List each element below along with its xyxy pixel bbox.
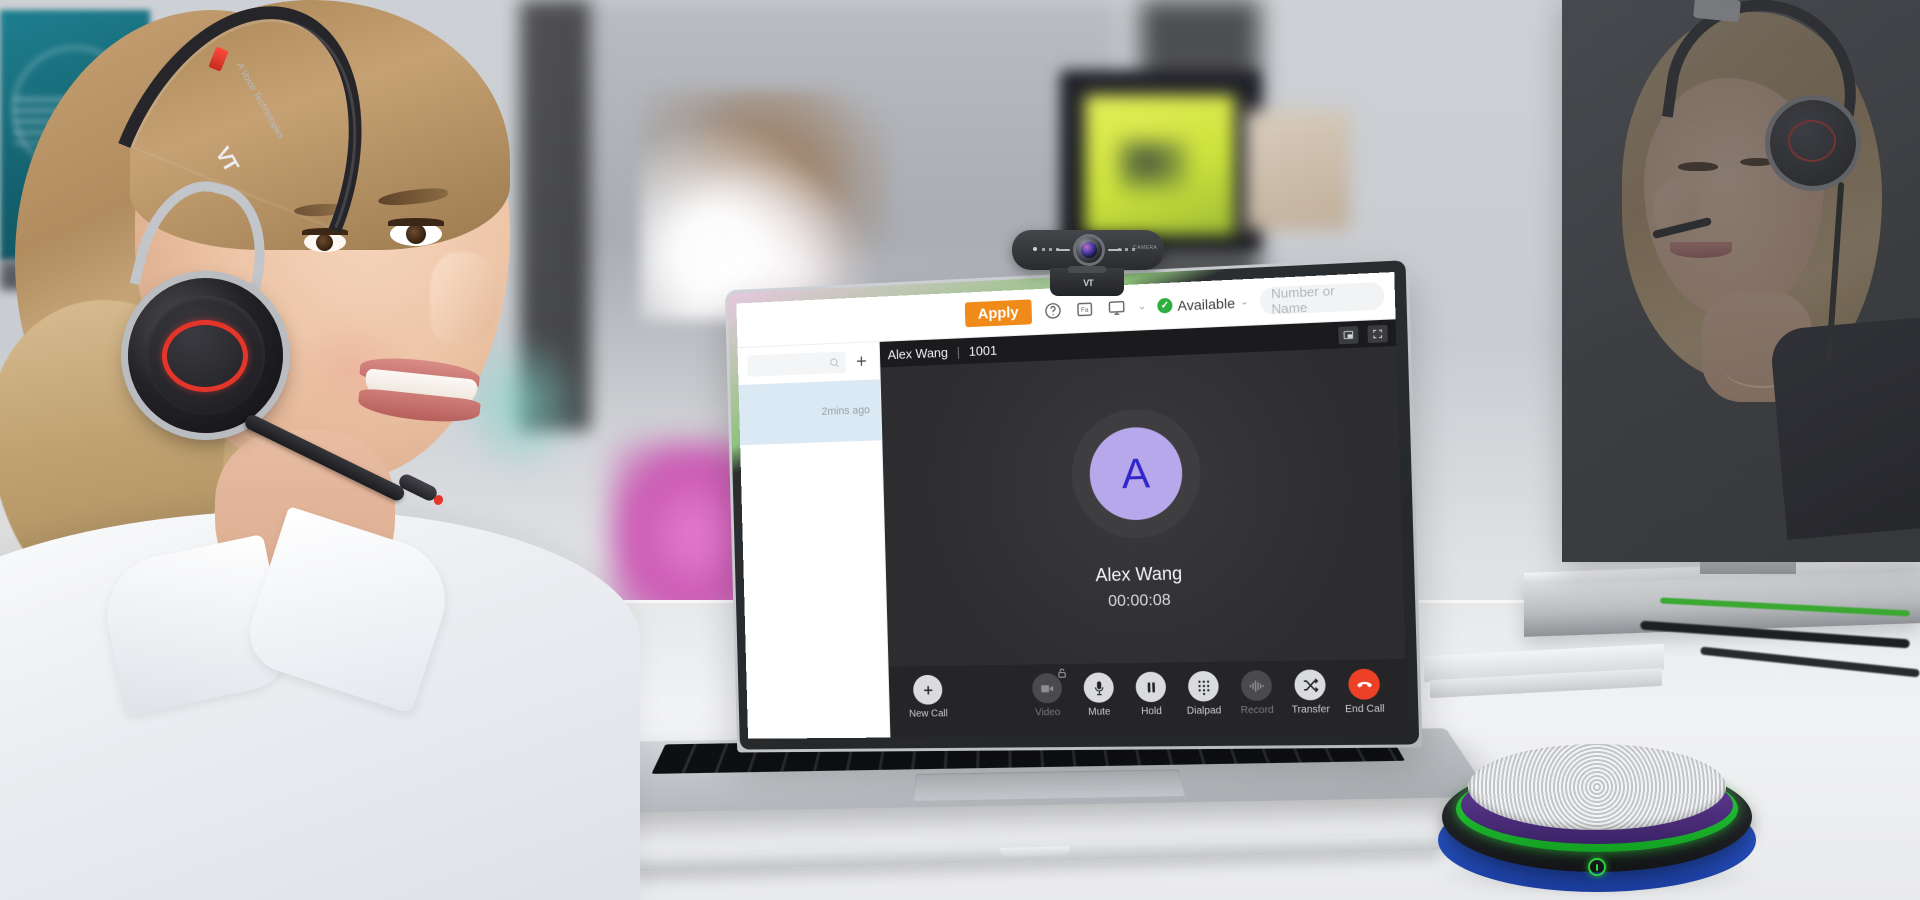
svg-text:Fa: Fa <box>1081 307 1089 315</box>
list-item-timestamp: 2mins ago <box>821 404 871 418</box>
new-call-button[interactable]: New Call <box>902 674 954 720</box>
status-chevron-down-icon: ⌄ <box>1239 296 1249 308</box>
end-call-label: End Call <box>1344 703 1385 716</box>
apply-button[interactable]: Apply <box>964 299 1032 328</box>
video-off-icon <box>1031 668 1066 704</box>
webcam-accent-right <box>1108 249 1122 251</box>
status-label: Available <box>1177 294 1236 314</box>
status-check-icon: ✓ <box>1157 297 1173 314</box>
record-wave-icon <box>1240 670 1273 702</box>
call-control-bar: New Call Video Mute Hold Dialpad Record … <box>888 658 1408 738</box>
call-header-extension: 1001 <box>968 342 998 359</box>
end-call-button[interactable]: End Call <box>1337 668 1393 715</box>
active-call-panel: Alex Wang | 1001 A Alex Wang 00:00:08 Ne… <box>879 319 1408 738</box>
power-button-icon[interactable] <box>1588 858 1606 876</box>
webcam-lens-icon <box>1073 234 1105 266</box>
hold-label: Hold <box>1140 705 1163 718</box>
monitor-screen <box>1562 0 1920 562</box>
main-panel: Alex Wang | 1001 A Alex Wang 00:00:08 Ne… <box>879 319 1408 738</box>
monitor-icon[interactable] <box>1106 297 1128 319</box>
call-header-separator: | <box>956 343 961 359</box>
add-button[interactable]: + <box>853 351 870 372</box>
transfer-label: Transfer <box>1291 704 1330 716</box>
lock-icon <box>1056 666 1067 678</box>
avatar-halo: A <box>1070 406 1203 540</box>
call-contact-name: Alex Wang <box>1095 563 1183 586</box>
webcam-label: CAMERA <box>1133 245 1158 251</box>
screenshot-scene: Apply Fa ⌄ ✓ Available ⌄ Number or Name … <box>0 0 1920 900</box>
call-duration-timer: 00:00:08 <box>1107 591 1171 611</box>
microphone-icon <box>1083 672 1115 703</box>
sidebar-search-row: + <box>738 342 880 385</box>
video-button[interactable]: Video <box>1021 668 1074 719</box>
sidebar-search-input[interactable] <box>747 351 846 377</box>
search-input[interactable]: Number or Name <box>1259 281 1385 316</box>
webcam-clip-top <box>1068 266 1106 273</box>
headset-red-ring <box>162 320 248 392</box>
app-body: + 2mins ago Alex Wang | 1001 A Alex Wang… <box>737 319 1408 739</box>
avatar: A <box>1088 425 1184 522</box>
record-button[interactable]: Record <box>1229 670 1284 716</box>
call-agent-foreground: A Voice Technologies VT <box>0 0 640 900</box>
dialpad-icon <box>1187 670 1220 702</box>
transfer-button[interactable]: Transfer <box>1283 669 1338 716</box>
call-body: A Alex Wang 00:00:08 <box>880 346 1406 667</box>
pause-icon <box>1135 671 1167 703</box>
dialpad-button[interactable]: Dialpad <box>1177 670 1231 717</box>
softphone-app: Apply Fa ⌄ ✓ Available ⌄ Number or Name … <box>736 272 1408 739</box>
background-picture-tan <box>1245 110 1350 230</box>
transfer-icon <box>1294 669 1326 701</box>
call-header-name: Alex Wang <box>887 344 949 362</box>
list-item[interactable]: 2mins ago <box>738 379 882 446</box>
hold-button[interactable]: Hold <box>1124 671 1178 717</box>
picture-in-picture-icon[interactable] <box>1338 325 1359 344</box>
video-label: Video <box>1035 707 1061 719</box>
laptop-trackpad[interactable] <box>912 769 1186 801</box>
toolbar-chevron-down-icon[interactable]: ⌄ <box>1138 301 1147 312</box>
dialpad-label: Dialpad <box>1186 705 1222 717</box>
webcam-accent-left <box>1056 249 1070 251</box>
mute-label: Mute <box>1088 706 1111 718</box>
fullscreen-icon[interactable] <box>1367 324 1388 343</box>
background-picture-green <box>1085 95 1235 235</box>
fax-icon[interactable]: Fa <box>1074 298 1095 320</box>
speakerphone-grille <box>1468 744 1726 830</box>
help-icon[interactable] <box>1042 300 1063 322</box>
search-placeholder: Number or Name <box>1270 282 1335 316</box>
webcam-led-icon <box>1033 247 1037 251</box>
record-label: Record <box>1240 704 1274 717</box>
plus-icon <box>912 674 943 705</box>
end-call-icon <box>1347 668 1381 700</box>
new-call-label: New Call <box>908 708 948 720</box>
laptop-screen: Apply Fa ⌄ ✓ Available ⌄ Number or Name … <box>736 272 1408 739</box>
webcam-brand-logo: VT <box>1083 278 1094 288</box>
status-selector[interactable]: ✓ Available ⌄ <box>1157 294 1249 314</box>
laptop-open-notch <box>999 846 1071 857</box>
mute-button[interactable]: Mute <box>1072 672 1125 718</box>
sidebar-panel: + 2mins ago <box>737 341 891 739</box>
